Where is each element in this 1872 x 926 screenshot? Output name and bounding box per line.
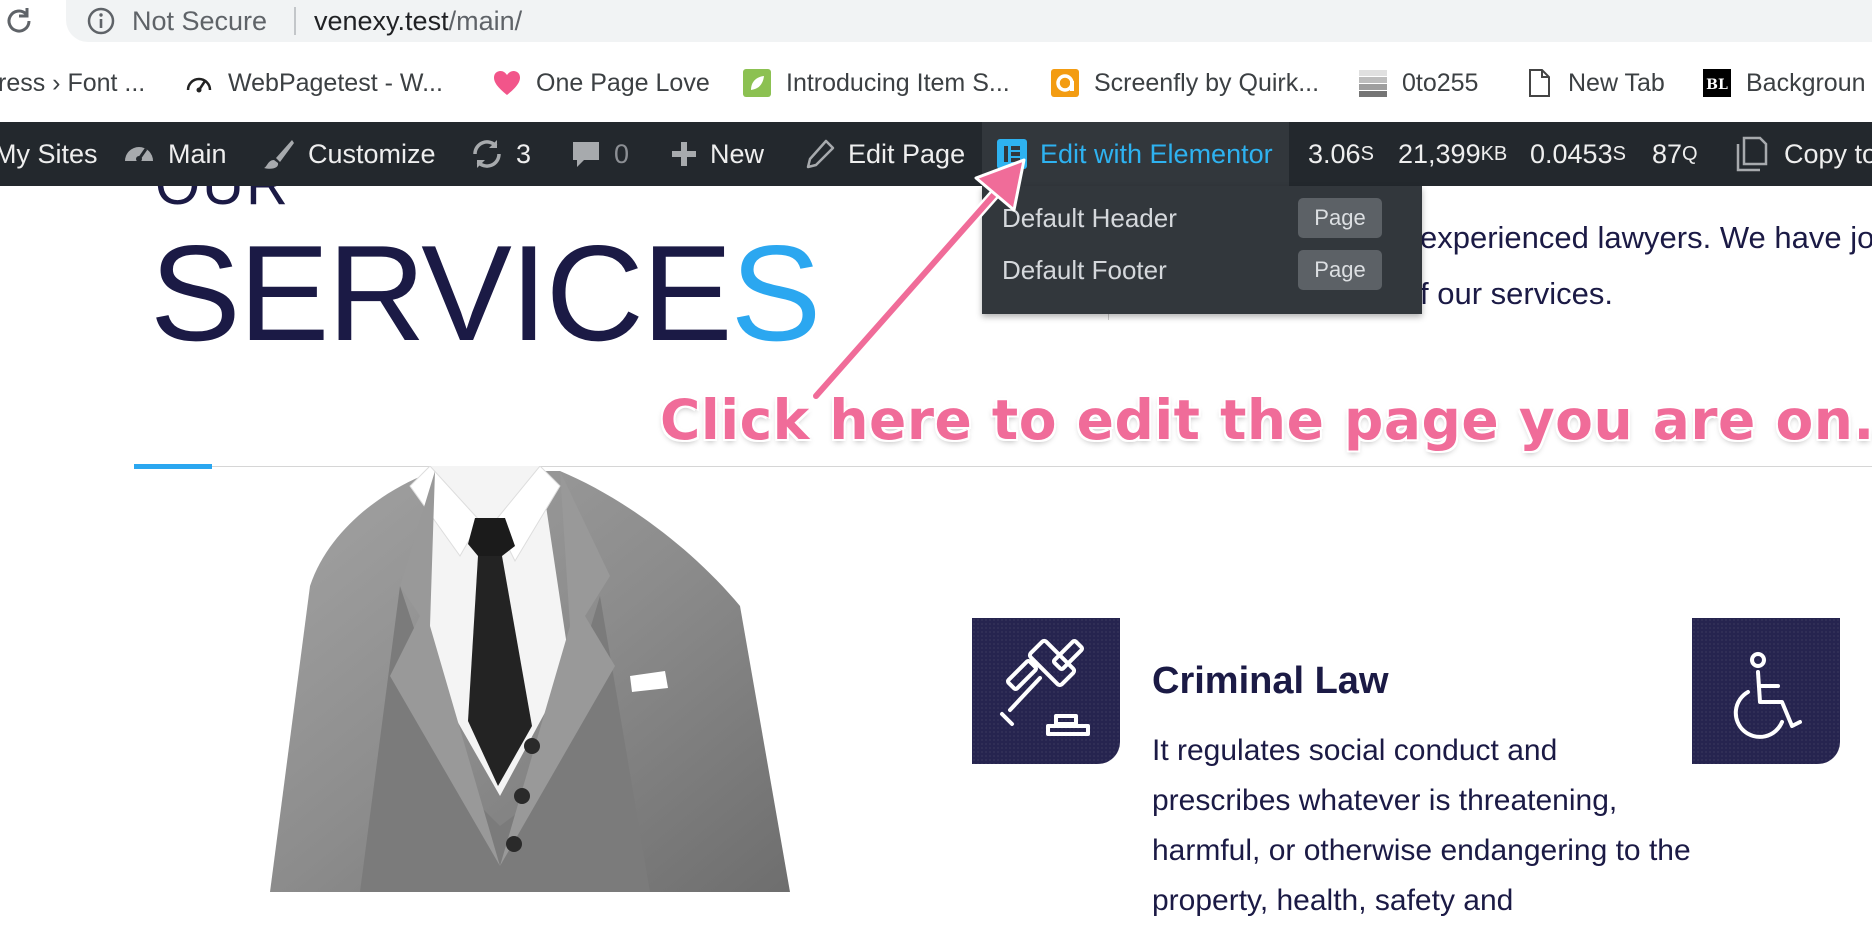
bookmark-label: Introducing Item S... [786,68,1010,97]
bookmark-label: Screenfly by Quirk... [1094,68,1320,97]
comment-icon [573,142,599,167]
service-title: Criminal Law [1152,660,1389,702]
disability-law-icon-box[interactable] [1692,618,1840,764]
service-description: It regulates social conduct and prescrib… [1152,734,1691,917]
metric-memory-value: 21,399 [1398,138,1481,169]
bookmark-newtab[interactable]: New Tab [1524,66,1665,100]
admin-edit-page[interactable]: Edit Page [804,122,965,186]
heading-accent-letter: S [730,217,822,369]
bookmark-label: New Tab [1568,68,1665,97]
intro-text-line1: experienced lawyers. We have jo [1420,220,1872,255]
copy-icon [1736,136,1768,172]
wheelchair-icon [1733,652,1802,739]
customize-label: Customize [308,138,436,169]
gavel-icon [1000,638,1090,736]
bl-icon: BL [1703,69,1731,97]
bookmark-onepagelove[interactable]: One Page Love [492,66,710,100]
admin-new[interactable]: New [670,122,764,186]
address-separator [294,7,296,35]
metric-query-time-unit: S [1612,142,1626,165]
elementor-dropdown: Default Header Page Default Footer Page [982,186,1422,314]
bookmark-label: WebPagetest - W... [228,68,443,97]
pencil-icon [806,139,835,169]
admin-updates[interactable]: 3 [470,122,531,186]
page-badge: Page [1298,250,1382,290]
dropdown-item-label: Default Footer [1002,254,1167,285]
criminal-law-icon-box[interactable] [972,618,1120,764]
my-sites-label: My Sites [0,138,98,169]
admin-metric-queries[interactable]: 87 Q [1652,122,1698,186]
bookmark-0to255[interactable]: 0to255 [1358,66,1478,100]
url-host: venexy.test [314,6,449,36]
admin-edit-with-elementor[interactable]: Edit with Elementor [982,122,1289,186]
speedometer-icon [186,77,212,93]
screenfly-icon [1051,69,1079,97]
section-divider-accent [134,464,212,469]
admin-comments[interactable]: 0 [570,122,629,186]
metric-time-unit: S [1360,142,1374,165]
main-label: Main [168,138,227,169]
url-text[interactable]: venexy.test/main/ [314,4,522,38]
metric-queries-unit: Q [1682,142,1698,165]
security-label: Not Secure [132,6,268,36]
brush-icon [264,140,294,169]
new-label: New [710,138,765,169]
admin-main-site[interactable]: Main [122,122,227,186]
copy-label: Copy to [1784,138,1872,169]
address-bar[interactable]: Not Secure venexy.test/main/ [66,0,1872,42]
metric-time-value: 3.06 [1308,138,1361,169]
gradient-icon [1359,70,1387,97]
metric-memory-unit: KB [1480,142,1508,165]
page-badge: Page [1298,198,1382,238]
elementor-icon [997,139,1027,169]
metric-query-time-value: 0.0453 [1530,138,1613,169]
edit-elementor-label: Edit with Elementor [1040,138,1273,169]
comments-count: 0 [614,138,630,169]
reload-icon[interactable] [2,4,36,38]
intro-text-line2: f our services. [1420,276,1613,311]
plus-icon [672,142,696,166]
url-path: /main/ [448,6,523,36]
dropdown-item-label: Default Header [1002,202,1177,233]
browser-toolbar: Not Secure venexy.test/main/ [0,0,1872,50]
admin-copy[interactable]: Copy to [1732,122,1872,186]
heading-main-text: SERVICE [150,217,733,369]
dropdown-item-default-header[interactable]: Default Header Page [1002,198,1402,238]
bookmark-background[interactable]: BL Backgroun [1702,66,1866,100]
bookmark-screenfly[interactable]: Screenfly by Quirk... [1050,66,1319,100]
dropdown-item-default-footer[interactable]: Default Footer Page [1002,250,1402,290]
bookmark-label: One Page Love [536,68,710,97]
lawyer-photo [270,466,790,892]
admin-metric-query-time[interactable]: 0.0453 S [1530,122,1626,186]
svg-text:BL: BL [1706,77,1728,93]
section-heading: SERVICES [150,217,822,369]
metric-queries-value: 87 [1652,138,1683,169]
bookmark-label: ress › Font ... [0,68,146,97]
leaf-icon [743,69,771,97]
updates-count: 3 [516,138,532,169]
bookmark-webpagetest[interactable]: WebPagetest - W... [184,66,443,100]
bookmark-label: Backgroun [1746,68,1866,97]
admin-my-sites[interactable]: My Sites [0,122,98,186]
bookmark-label: 0to255 [1402,68,1479,97]
updates-icon [473,140,501,168]
admin-customize[interactable]: Customize [262,122,436,186]
annotation-callout: Click here to edit the page you are on. [660,388,1872,452]
bookmark-font[interactable]: ress › Font ... [0,66,145,100]
admin-metric-memory[interactable]: 21,399 KB [1398,122,1507,186]
wp-admin-bar: My Sites Main Customize 3 0 New Edit Pag… [0,122,1872,186]
edit-page-label: Edit Page [848,138,966,169]
dashboard-icon [125,147,153,162]
bookmarks-bar: ress › Font ... WebPagetest - W... One P… [0,58,1872,108]
info-icon[interactable] [86,6,116,36]
page-icon [1529,69,1550,97]
heart-icon [494,71,520,95]
bookmark-introducing[interactable]: Introducing Item S... [742,66,1010,100]
admin-metric-time[interactable]: 3.06 S [1308,122,1374,186]
